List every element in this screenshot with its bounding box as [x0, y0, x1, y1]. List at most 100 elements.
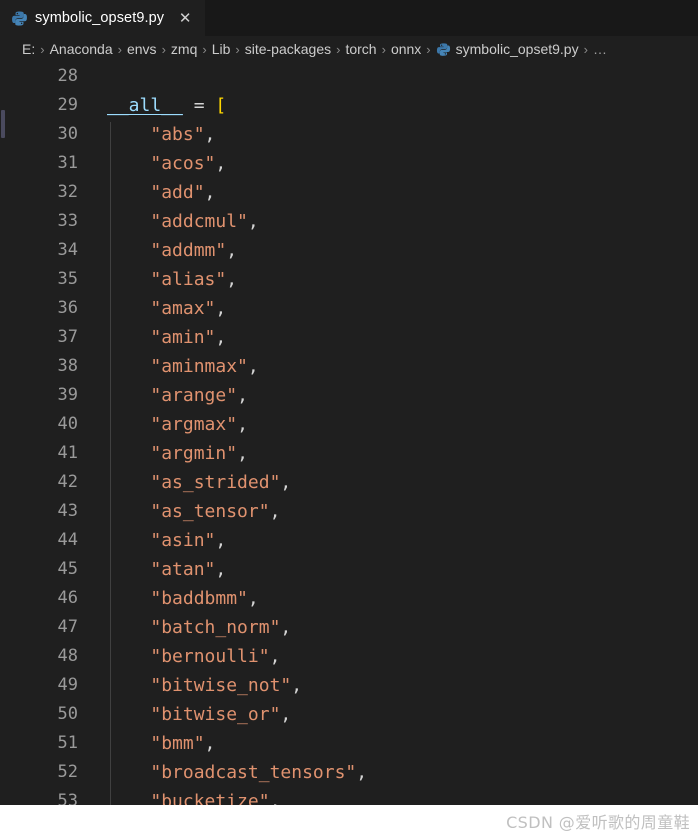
line-text: "asin", — [107, 526, 226, 555]
line-number: 42 — [57, 472, 78, 492]
breadcrumb-item-7[interactable]: onnx — [391, 41, 421, 57]
code-line[interactable]: 30 "abs", — [0, 120, 698, 149]
code-lines-container[interactable]: 28 29 __all__ = [30 "abs", 31 "acos", 32 "ad… — [0, 62, 698, 805]
code-line[interactable]: 45 "atan", — [0, 555, 698, 584]
line-number: 35 — [57, 269, 78, 289]
breadcrumb-item-1[interactable]: Anaconda — [50, 41, 113, 57]
code-line[interactable]: 53 "bucketize", — [0, 787, 698, 805]
line-number: 32 — [57, 182, 78, 202]
breadcrumb-item-0[interactable]: E: — [22, 41, 35, 57]
code-line[interactable]: 29 __all__ = [ — [0, 91, 698, 120]
breadcrumb-label: site-packages — [244, 41, 332, 57]
line-number: 50 — [57, 704, 78, 724]
code-token: "asin" — [150, 530, 216, 551]
editor-tab-label: symbolic_opset9.py — [35, 10, 165, 26]
code-editor[interactable]: 28 29 __all__ = [30 "abs", 31 "acos", 32 "ad… — [0, 62, 698, 805]
line-text: "bernoulli", — [107, 642, 280, 671]
breadcrumb-separator: › — [426, 41, 431, 57]
code-token: "add" — [150, 182, 205, 203]
code-token: "addmm" — [150, 240, 227, 261]
code-token: , — [226, 269, 238, 290]
code-line[interactable]: 31 "acos", — [0, 149, 698, 178]
code-line[interactable]: 28 — [0, 62, 698, 91]
code-token: , — [237, 385, 248, 406]
code-token: , — [226, 240, 238, 261]
line-number: 45 — [57, 559, 78, 579]
indent-guide — [110, 122, 111, 805]
breadcrumb-label: zmq — [170, 41, 198, 57]
code-line[interactable]: 41 "argmin", — [0, 439, 698, 468]
line-number: 41 — [57, 443, 78, 463]
code-token: , — [291, 675, 303, 696]
line-text: "bitwise_not", — [107, 671, 302, 700]
breadcrumb-item-2[interactable]: envs — [127, 41, 157, 57]
code-line[interactable]: 33 "addcmul", — [0, 207, 698, 236]
line-number: 36 — [57, 298, 78, 318]
code-line[interactable]: 46 "baddbmm", — [0, 584, 698, 613]
line-text: "aminmax", — [107, 352, 258, 381]
code-token: , — [237, 414, 248, 435]
code-line[interactable]: 34 "addmm", — [0, 236, 698, 265]
breadcrumb-separator: › — [336, 41, 341, 57]
code-line[interactable]: 35 "alias", — [0, 265, 698, 294]
line-text: "amin", — [107, 323, 226, 352]
code-line[interactable]: 32 "add", — [0, 178, 698, 207]
line-number: 52 — [57, 762, 78, 782]
code-line[interactable]: 42 "as_strided", — [0, 468, 698, 497]
code-token: , — [269, 501, 281, 522]
code-line[interactable]: 40 "argmax", — [0, 410, 698, 439]
line-number: 40 — [57, 414, 78, 434]
editor-tab-symbolic-opset9[interactable]: symbolic_opset9.py ✕ — [0, 0, 206, 36]
code-line[interactable]: 52 "broadcast_tensors", — [0, 758, 698, 787]
editor-tab-bar: symbolic_opset9.py ✕ — [0, 0, 698, 36]
code-token: , — [280, 617, 292, 638]
code-token: "amax" — [150, 298, 216, 319]
vscode-window: symbolic_opset9.py ✕ E: › Anaconda › env… — [0, 0, 698, 838]
breadcrumb-item-9[interactable]: … — [593, 41, 607, 57]
line-text: "bmm", — [107, 729, 215, 758]
breadcrumb-item-6[interactable]: torch — [345, 41, 376, 57]
breadcrumb-separator: › — [40, 41, 45, 57]
line-number: 49 — [57, 675, 78, 695]
breadcrumb-item-8[interactable]: symbolic_opset9.py — [436, 41, 579, 57]
line-text: "as_tensor", — [107, 497, 280, 526]
breadcrumb-item-4[interactable]: Lib — [212, 41, 231, 57]
breadcrumb-separator: › — [381, 41, 386, 57]
line-text: "bucketize", — [107, 787, 280, 805]
code-token: "broadcast_tensors" — [150, 762, 357, 783]
close-icon[interactable]: ✕ — [175, 8, 195, 28]
code-line[interactable]: 37 "amin", — [0, 323, 698, 352]
code-line[interactable]: 51 "bmm", — [0, 729, 698, 758]
breadcrumb-item-3[interactable]: zmq — [171, 41, 197, 57]
code-line[interactable]: 47 "batch_norm", — [0, 613, 698, 642]
code-line[interactable]: 49 "bitwise_not", — [0, 671, 698, 700]
code-line[interactable]: 43 "as_tensor", — [0, 497, 698, 526]
code-line[interactable]: 38 "aminmax", — [0, 352, 698, 381]
code-line[interactable]: 39 "arange", — [0, 381, 698, 410]
code-token: "bitwise_not" — [150, 675, 292, 696]
code-line[interactable]: 44 "asin", — [0, 526, 698, 555]
breadcrumb-item-5[interactable]: site-packages — [245, 41, 331, 57]
code-line[interactable]: 48 "bernoulli", — [0, 642, 698, 671]
line-number: 43 — [57, 501, 78, 521]
line-number: 37 — [57, 327, 78, 347]
code-line[interactable]: 50 "bitwise_or", — [0, 700, 698, 729]
code-token: "atan" — [150, 559, 216, 580]
line-number: 29 — [57, 95, 78, 115]
code-token: "argmax" — [150, 414, 238, 435]
code-token: , — [204, 124, 216, 145]
breadcrumb-separator: › — [235, 41, 240, 57]
code-token: "bmm" — [150, 733, 205, 754]
code-line[interactable]: 36 "amax", — [0, 294, 698, 323]
code-token: "addcmul" — [150, 211, 248, 232]
line-number: 39 — [57, 385, 78, 405]
